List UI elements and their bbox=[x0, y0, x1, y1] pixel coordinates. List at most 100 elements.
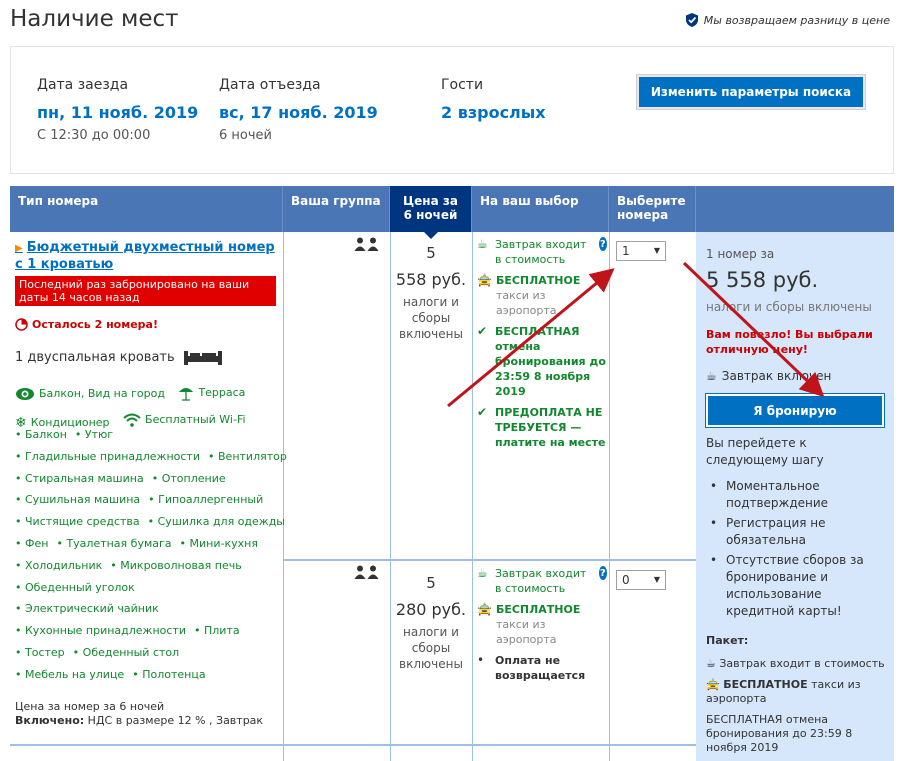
checkin-date[interactable]: пн, 11 нояб. 2019 bbox=[37, 103, 198, 122]
taxi-icon: 🚖 bbox=[706, 678, 720, 691]
guests-value[interactable]: 2 взрослых bbox=[441, 103, 546, 122]
th-price[interactable]: Цена за 6 ночей bbox=[390, 186, 472, 239]
choice-taxi: 🚖 БЕСПЛАТНОЕ такси из аэропорта bbox=[477, 602, 607, 647]
availability-table: Тип номера Ваша группа Цена за 6 ночей Н… bbox=[10, 186, 894, 761]
amenity-item: Балкон bbox=[15, 428, 67, 441]
choice-taxi-text: такси из аэропорта bbox=[495, 289, 557, 317]
summary-price: 5 558 руб. bbox=[706, 268, 819, 292]
amenity-text: Терраса bbox=[198, 386, 246, 399]
price-match-text: Мы возвращаем разницу в цене bbox=[703, 13, 890, 27]
people-icon bbox=[354, 236, 380, 255]
th-choice: На ваш выбор bbox=[472, 186, 609, 232]
eye-icon bbox=[16, 388, 34, 400]
package-breakfast: ☕ Завтрак входит в стоимость bbox=[706, 657, 886, 671]
table-body: ▶ Бюджетный двухместный номер с 1 кровать… bbox=[10, 232, 894, 761]
room-qty-value: 0 bbox=[622, 573, 630, 587]
room-qty-value: 1 bbox=[622, 244, 630, 258]
coffee-icon: ☕ bbox=[477, 237, 488, 251]
guests-label: Гости bbox=[441, 77, 484, 93]
amenity-item: Мини-кухня bbox=[180, 537, 258, 550]
rooms-left-text: Осталось 2 номера! bbox=[32, 318, 158, 331]
choice-cancel: ✔ БЕСПЛАТНАЯ отмена бронирования до 23:5… bbox=[477, 324, 607, 399]
choice-breakfast: ☕ Завтрак входит в стоимость ? bbox=[477, 566, 607, 596]
bed-info: 1 двуспальная кровать bbox=[15, 348, 223, 366]
summary-breakfast-text: Завтрак включен bbox=[721, 369, 832, 383]
price-note-text: Цена за номер за 6 ночей bbox=[15, 700, 165, 713]
choice-taxi-text: такси из аэропорта bbox=[495, 618, 557, 646]
room-name-text: Бюджетный двухместный номер с 1 кроватью bbox=[15, 240, 275, 272]
amenity-item: Отопление bbox=[152, 472, 226, 485]
price-note: Цена за номер за 6 ночей Включено: НДС в… bbox=[15, 700, 263, 728]
clock-icon bbox=[15, 318, 28, 331]
choice-prepay-text: ПРЕДОПЛАТА НЕ ТРЕБУЕТСЯ — платите на мес… bbox=[495, 406, 606, 449]
amenity-item: Плита bbox=[194, 624, 240, 637]
booking-summary: 1 номер за 5 558 руб. налоги и сборы вкл… bbox=[696, 232, 894, 761]
benefit-item: Моментальное подтверждение bbox=[710, 478, 880, 512]
amenity-balcony-view: Балкон, Вид на город bbox=[15, 383, 165, 405]
book-button[interactable]: Я бронирую bbox=[705, 393, 885, 428]
check-icon: ✔ bbox=[477, 324, 488, 338]
price-match-note[interactable]: Мы возвращаем разницу в цене bbox=[684, 12, 890, 28]
guests-block: Гости 2 взрослых bbox=[441, 77, 546, 122]
amenity-text: Балкон, Вид на город bbox=[39, 387, 165, 400]
included-line: Включено: НДС в размере 12 % , Завтрак bbox=[15, 714, 263, 728]
table-header: Тип номера Ваша группа Цена за 6 ночей Н… bbox=[10, 186, 894, 239]
price-amount: 558 руб. bbox=[395, 270, 467, 289]
amenity-item: Гладильные принадлежности bbox=[15, 450, 200, 463]
choice-breakfast-text: Завтрак входит в стоимость bbox=[495, 567, 587, 595]
bed-text: 1 двуспальная кровать bbox=[15, 349, 175, 365]
check-icon: ✔ bbox=[477, 405, 488, 419]
choice-prepay: ✔ ПРЕДОПЛАТА НЕ ТРЕБУЕТСЯ — платите на м… bbox=[477, 405, 607, 450]
room-name-link[interactable]: ▶ Бюджетный двухместный номер с 1 кровать… bbox=[15, 240, 277, 273]
th-group: Ваша группа bbox=[283, 186, 390, 232]
amenity-item: Полотенца bbox=[132, 668, 205, 681]
choice-list: ☕ Завтрак входит в стоимость ? 🚖 БЕСПЛАТ… bbox=[477, 566, 607, 689]
row-divider bbox=[10, 744, 696, 746]
checkin-time: С 12:30 до 00:00 bbox=[37, 128, 151, 143]
chevron-down-icon: ▼ bbox=[653, 575, 660, 584]
choice-taxi-bold: БЕСПЛАТНОЕ bbox=[495, 603, 581, 616]
amenity-item: Чистящие средства bbox=[15, 515, 140, 528]
col-divider bbox=[472, 232, 473, 761]
umbrella-icon bbox=[179, 388, 194, 401]
checkout-label: Дата отъезда bbox=[219, 77, 321, 93]
room-qty-select[interactable]: 1 ▼ bbox=[616, 241, 666, 261]
choice-nonrefund: • Оплата не возвращается bbox=[477, 653, 607, 683]
coffee-icon: ☕ bbox=[477, 566, 488, 580]
package-taxi: 🚖 БЕСПЛАТНОЕ такси из аэропорта bbox=[706, 678, 886, 706]
package-taxi-bold: БЕСПЛАТНОЕ bbox=[723, 678, 808, 691]
amenity-item: Тостер bbox=[15, 646, 65, 659]
checkout-block: Дата отъезда вс, 17 нояб. 2019 6 ночей bbox=[219, 77, 378, 143]
price-cell: 5 558 руб. налоги и сборы включены bbox=[391, 244, 471, 342]
coffee-icon: ☕ bbox=[706, 657, 716, 670]
price-cell: 5 280 руб. налоги и сборы включены bbox=[391, 574, 471, 672]
bullet-icon: • bbox=[477, 653, 485, 667]
people-icon bbox=[354, 564, 380, 583]
amenities-list: Балкон Утюг Гладильные принадлежности Вент… bbox=[15, 424, 287, 686]
page-title: Наличие мест bbox=[10, 6, 179, 32]
room-qty-select[interactable]: 0 ▼ bbox=[616, 570, 666, 590]
choice-breakfast: ☕ Завтрак входит в стоимость ? bbox=[477, 237, 607, 267]
change-search-button[interactable]: Изменить параметры поиска bbox=[636, 74, 866, 110]
th-price-line2: 6 ночей bbox=[403, 208, 458, 222]
col-divider bbox=[283, 232, 284, 761]
summary-lucky: Вам повезло! Вы выбрали отличную цену! bbox=[706, 328, 873, 356]
help-icon[interactable]: ? bbox=[598, 237, 607, 251]
th-summary bbox=[696, 186, 894, 232]
checkin-block: Дата заезда пн, 11 нояб. 2019 С 12:30 до… bbox=[37, 77, 198, 143]
amenity-item: Туалетная бумага bbox=[56, 537, 171, 550]
choice-taxi: 🚖 БЕСПЛАТНОЕ такси из аэропорта bbox=[477, 273, 607, 318]
package-cancel: БЕСПЛАТНАЯ отмена бронирования до 23:59 … bbox=[706, 713, 853, 754]
bed-icon bbox=[183, 351, 222, 365]
th-price-line1: Цена за bbox=[403, 194, 458, 208]
taxi-icon: 🚖 bbox=[477, 273, 492, 287]
choice-breakfast-text: Завтрак входит в стоимость bbox=[495, 238, 587, 266]
checkin-label: Дата заезда bbox=[37, 77, 129, 93]
search-summary: Дата заезда пн, 11 нояб. 2019 С 12:30 до… bbox=[10, 46, 894, 174]
checkout-date[interactable]: вс, 17 нояб. 2019 bbox=[219, 103, 378, 122]
nights-count: 6 ночей bbox=[219, 128, 272, 143]
col-divider bbox=[609, 232, 610, 761]
coffee-icon: ☕ bbox=[706, 369, 717, 383]
help-icon[interactable]: ? bbox=[598, 566, 607, 580]
amenity-item: Гипоаллергенный bbox=[148, 493, 263, 506]
